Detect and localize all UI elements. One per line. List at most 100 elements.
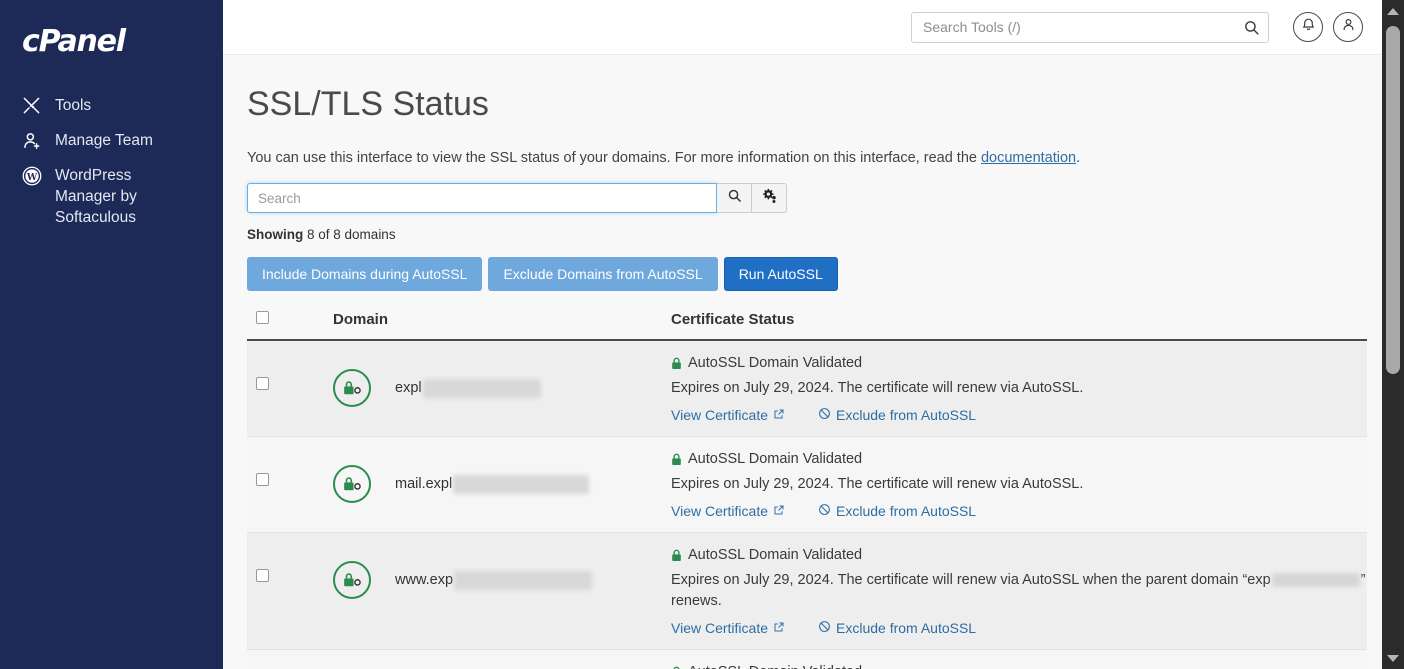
include-domains-button[interactable]: Include Domains during AutoSSL [247, 257, 483, 291]
status-title: AutoSSL Domain Validated [671, 355, 1367, 371]
showing-text: 8 of 8 domains [307, 227, 396, 242]
view-certificate-label: View Certificate [671, 503, 769, 519]
view-certificate-label: View Certificate [671, 620, 769, 636]
table-row: AutoSSL Domain Validated [247, 650, 1367, 669]
column-header-certificate-status: Certificate Status [671, 311, 795, 328]
view-certificate-link[interactable]: View Certificate [671, 503, 785, 519]
external-link-icon [773, 620, 785, 636]
page-scrollbar[interactable] [1382, 0, 1404, 669]
sidebar-item-label-wordpress-manager: WordPress Manager by Softaculous [55, 167, 137, 226]
showing-count: Showing 8 of 8 domains [247, 227, 1404, 242]
page-content: SSL/TLS Status You can use this interfac… [223, 55, 1404, 669]
domain-text: www.exp [395, 570, 593, 590]
page-title: SSL/TLS Status [247, 85, 489, 123]
page-description-suffix: . [1076, 150, 1081, 166]
status-title-text: AutoSSL Domain Validated [688, 355, 863, 371]
sidebar-item-wordpress-manager[interactable]: W WordPress Manager by Softaculous [0, 158, 223, 235]
domain-cell: www.exp [333, 547, 671, 599]
status-detail-text: Expires on July 29, 2024. The certificat… [671, 380, 1084, 396]
domain-search-button[interactable] [717, 183, 752, 213]
tools-icon [22, 95, 46, 116]
sidebar-item-manage-team[interactable]: Manage Team [0, 123, 223, 158]
exclude-domains-button[interactable]: Exclude Domains from AutoSSL [488, 257, 718, 291]
view-certificate-link[interactable]: View Certificate [671, 407, 785, 423]
row-checkbox[interactable] [256, 569, 269, 582]
search-icon [727, 188, 742, 208]
select-all-cell [247, 311, 333, 328]
domain-text: expl [395, 378, 541, 398]
domain-redaction [454, 570, 593, 590]
view-certificate-label: View Certificate [671, 407, 769, 423]
gears-icon [761, 187, 778, 209]
ssl-status-table: Domain Certificate Status expl AutoSSL D… [247, 311, 1367, 669]
exclude-link-label: Exclude from AutoSSL [836, 620, 977, 636]
main-area: SSL/TLS Status You can use this interfac… [223, 0, 1404, 669]
autossl-actions: Include Domains during AutoSSL Exclude D… [247, 257, 1404, 291]
domain-prefix: www.exp [395, 572, 454, 588]
scroll-down-button[interactable] [1382, 647, 1404, 669]
scrollbar-thumb[interactable] [1386, 26, 1400, 374]
filter-settings-button[interactable] [752, 183, 787, 213]
ssl-validated-icon [333, 561, 371, 599]
certificate-status-cell: AutoSSL Domain Validated Expires on July… [671, 355, 1367, 423]
bell-icon [1301, 17, 1316, 37]
domain-prefix: mail.expl [395, 476, 453, 492]
status-detail: Expires on July 29, 2024. The certificat… [671, 474, 1351, 495]
domain-search-input[interactable] [247, 183, 717, 213]
sidebar-item-tools[interactable]: Tools [0, 88, 223, 123]
exclude-from-autossl-link[interactable]: Exclude from AutoSSL [818, 407, 976, 423]
status-detail-text: Expires on July 29, 2024. The certificat… [671, 572, 1271, 588]
domain-cell: mail.expl [333, 451, 671, 503]
cpanel-logo[interactable]: cPanel [0, 18, 223, 72]
manage-team-icon [22, 130, 46, 151]
ssl-validated-icon [333, 465, 371, 503]
no-entry-icon [818, 620, 831, 636]
external-link-icon [773, 407, 785, 423]
row-select-cell [247, 355, 333, 390]
domain-filter-row [247, 183, 1404, 213]
padlock-icon [671, 549, 682, 562]
run-autossl-button[interactable]: Run AutoSSL [723, 257, 838, 291]
no-entry-icon [818, 407, 831, 423]
no-entry-icon [818, 503, 831, 519]
certificate-status-cell: AutoSSL Domain Validated [671, 664, 1367, 669]
status-title-text: AutoSSL Domain Validated [688, 547, 863, 563]
sidebar-nav: Tools Manage Team W WordPress Manager by… [0, 88, 223, 235]
global-search-input[interactable] [911, 11, 1269, 43]
padlock-icon [671, 666, 682, 669]
row-links: View Certificate Exclude from AutoSSL [671, 503, 1367, 519]
cpanel-logo-text: cPanel [22, 24, 126, 59]
status-detail: Expires on July 29, 2024. The certificat… [671, 570, 1367, 612]
scroll-down-arrow [1387, 654, 1399, 662]
exclude-from-autossl-link[interactable]: Exclude from AutoSSL [818, 620, 976, 636]
documentation-link[interactable]: documentation [981, 150, 1076, 166]
account-button[interactable] [1333, 12, 1363, 42]
notifications-button[interactable] [1293, 12, 1323, 42]
table-row: www.exp AutoSSL Domain Validated Expires… [247, 533, 1367, 650]
status-detail: Expires on July 29, 2024. The certificat… [671, 378, 1351, 399]
status-title: AutoSSL Domain Validated [671, 547, 1367, 563]
row-select-cell [247, 451, 333, 486]
row-links: View Certificate Exclude from AutoSSL [671, 620, 1367, 636]
row-select-cell [247, 547, 333, 582]
view-certificate-link[interactable]: View Certificate [671, 620, 785, 636]
status-title: AutoSSL Domain Validated [671, 664, 1367, 669]
scroll-up-arrow [1387, 7, 1399, 15]
parent-domain-redaction [1271, 573, 1360, 588]
table-header-row: Domain Certificate Status [247, 311, 1367, 341]
row-checkbox[interactable] [256, 473, 269, 486]
column-header-domain: Domain [333, 311, 389, 328]
select-all-checkbox[interactable] [256, 311, 269, 324]
domain-text: mail.expl [395, 474, 590, 494]
svg-text:W: W [26, 171, 38, 182]
exclude-link-label: Exclude from AutoSSL [836, 503, 977, 519]
row-checkbox[interactable] [256, 377, 269, 390]
scroll-up-button[interactable] [1382, 0, 1404, 22]
domain-cell [333, 664, 671, 669]
user-icon [1341, 17, 1356, 37]
top-header [223, 0, 1404, 55]
sidebar-item-label-manage-team: Manage Team [55, 132, 153, 149]
exclude-from-autossl-link[interactable]: Exclude from AutoSSL [818, 503, 976, 519]
table-row: expl AutoSSL Domain Validated Expires on… [247, 341, 1367, 437]
status-title-text: AutoSSL Domain Validated [688, 664, 862, 669]
